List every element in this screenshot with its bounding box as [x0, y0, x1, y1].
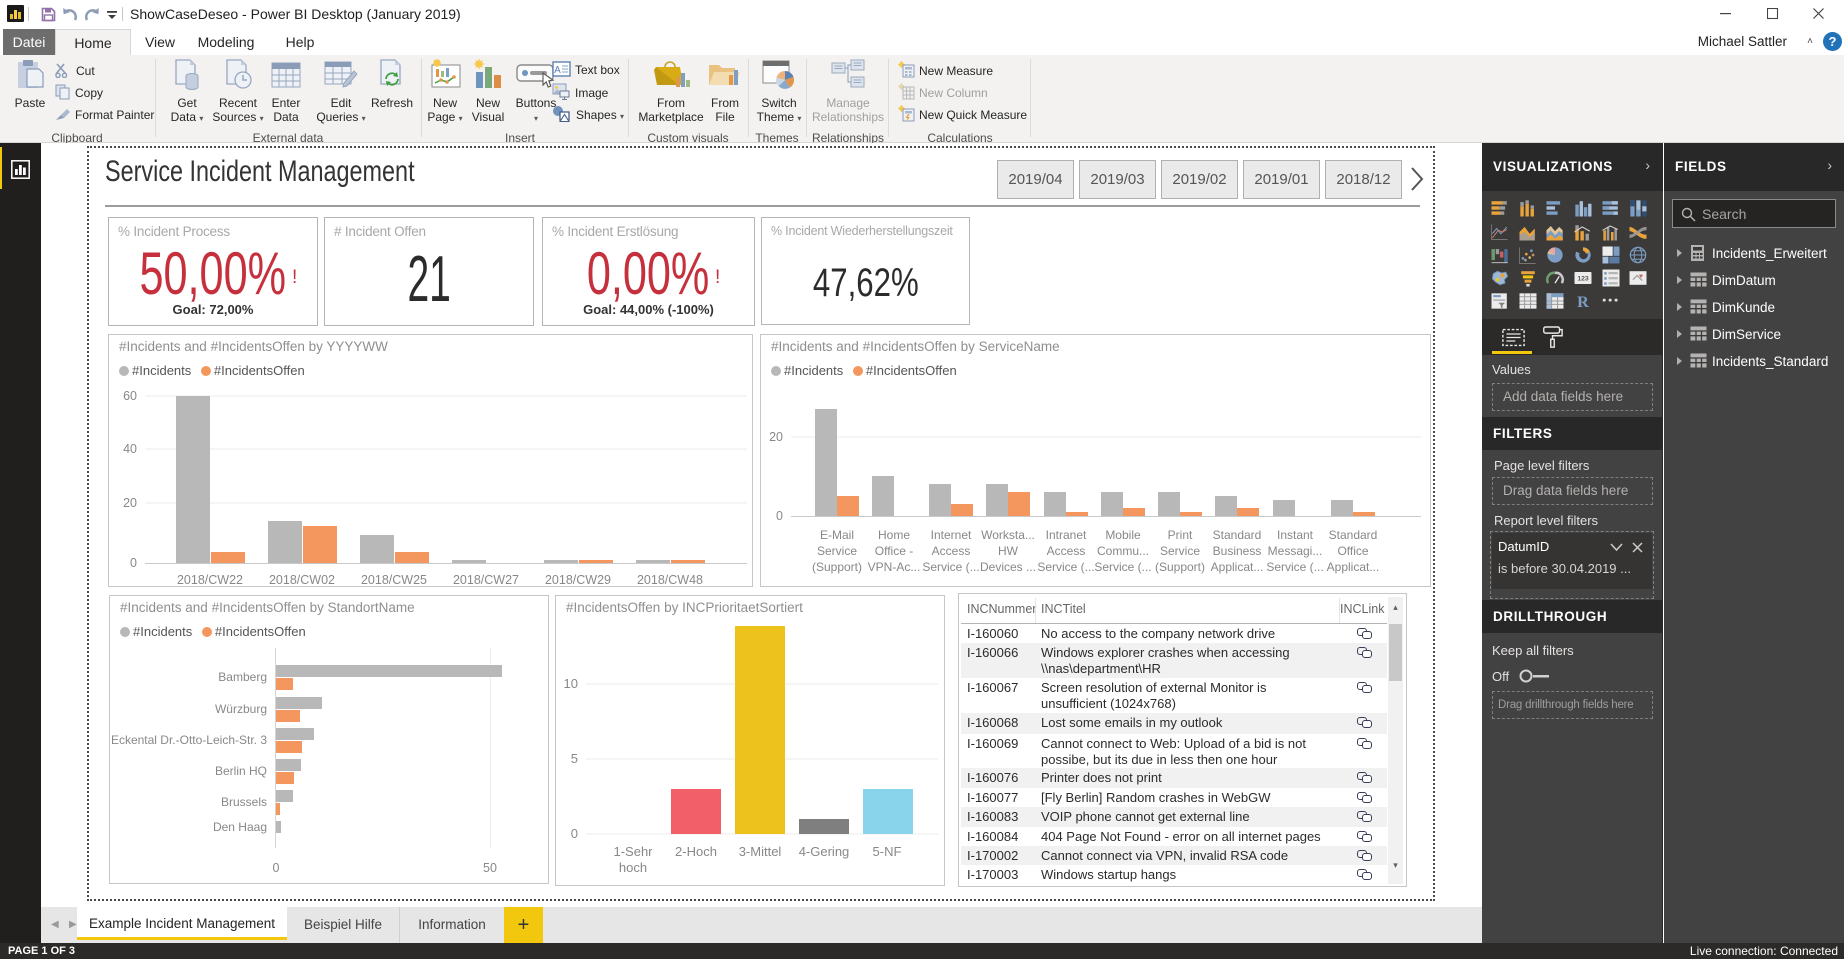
svg-text:Commu...: Commu...	[1097, 544, 1149, 558]
svg-text:10: 10	[564, 676, 578, 691]
svg-text:Worksta...: Worksta...	[981, 528, 1035, 542]
svg-text:20: 20	[123, 496, 137, 510]
svg-text:0: 0	[776, 509, 783, 523]
svg-text:0: 0	[273, 861, 280, 875]
svg-text:2018/CW25: 2018/CW25	[361, 573, 427, 586]
svg-text:HW: HW	[998, 544, 1019, 558]
svg-text:2018/CW29: 2018/CW29	[545, 573, 611, 586]
svg-text:Den Haag: Den Haag	[213, 820, 267, 834]
svg-text:Berlin HQ: Berlin HQ	[215, 764, 267, 778]
svg-text:Standard: Standard	[1329, 528, 1378, 542]
svg-text:Applicat...: Applicat...	[1211, 560, 1264, 574]
svg-text:2-Hoch: 2-Hoch	[675, 844, 717, 859]
svg-text:3-Mittel: 3-Mittel	[739, 844, 782, 859]
svg-text:123: 123	[1577, 276, 1589, 283]
svg-text:Standard: Standard	[1213, 528, 1262, 542]
svg-text:2018/CW48: 2018/CW48	[637, 573, 703, 586]
svg-text:50: 50	[483, 861, 497, 875]
svg-text:Mobile: Mobile	[1105, 528, 1141, 542]
svg-text:0: 0	[130, 556, 137, 570]
svg-text:Intranet: Intranet	[1046, 528, 1087, 542]
svg-text:Service (...: Service (...	[922, 560, 979, 574]
svg-text:40: 40	[123, 442, 137, 456]
svg-text:Bamberg: Bamberg	[218, 670, 267, 684]
svg-text:Internet: Internet	[931, 528, 972, 542]
svg-text:5: 5	[571, 751, 578, 766]
svg-text:4-Gering: 4-Gering	[799, 844, 850, 859]
svg-text:(Support): (Support)	[812, 560, 862, 574]
svg-text:Service (...: Service (...	[1037, 560, 1094, 574]
svg-text:A: A	[554, 65, 561, 76]
svg-text:0: 0	[571, 826, 578, 841]
svg-text:R: R	[1577, 294, 1589, 311]
svg-text:Home: Home	[878, 528, 910, 542]
svg-text:Service (...: Service (...	[1266, 560, 1323, 574]
svg-text:Instant: Instant	[1277, 528, 1314, 542]
svg-text:1-Sehr: 1-Sehr	[613, 844, 653, 859]
svg-text:hoch: hoch	[619, 860, 647, 875]
svg-text:Service: Service	[817, 544, 857, 558]
svg-text:VPN-Ac...: VPN-Ac...	[868, 560, 921, 574]
svg-text:Access: Access	[932, 544, 971, 558]
svg-text:2018/CW27: 2018/CW27	[453, 573, 519, 586]
svg-text:Service (...: Service (...	[1094, 560, 1151, 574]
svg-text:Messagi...: Messagi...	[1268, 544, 1323, 558]
svg-text:2018/CW02: 2018/CW02	[269, 573, 335, 586]
svg-text:60: 60	[123, 389, 137, 403]
svg-text:2018/CW22: 2018/CW22	[177, 573, 243, 586]
svg-text:Office -: Office -	[875, 544, 913, 558]
svg-text:Applicat...: Applicat...	[1327, 560, 1380, 574]
svg-text:5-NF: 5-NF	[873, 844, 902, 859]
svg-text:Devices ...: Devices ...	[980, 560, 1036, 574]
svg-text:E-Mail: E-Mail	[820, 528, 854, 542]
svg-text:Würzburg: Würzburg	[215, 702, 267, 716]
svg-text:Access: Access	[1047, 544, 1086, 558]
svg-text:Brussels: Brussels	[221, 795, 267, 809]
svg-text:20: 20	[769, 430, 783, 444]
svg-text:Print: Print	[1168, 528, 1193, 542]
svg-text:Business: Business	[1213, 544, 1262, 558]
svg-text:Eckental Dr.-Otto-Leich-Str. 3: Eckental Dr.-Otto-Leich-Str. 3	[111, 733, 267, 747]
svg-text:Office: Office	[1337, 544, 1368, 558]
svg-text:Service: Service	[1160, 544, 1200, 558]
svg-text:(Support): (Support)	[1155, 560, 1205, 574]
